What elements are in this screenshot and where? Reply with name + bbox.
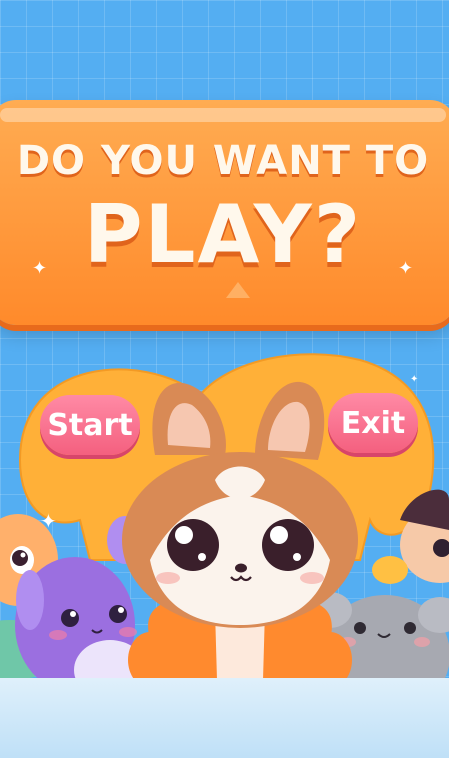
sparkle-icon: ✦	[40, 509, 57, 533]
banner-pointer-icon	[226, 282, 250, 298]
sparkle-icon: ✦	[398, 258, 414, 279]
floor	[0, 678, 449, 758]
svg-text:✦: ✦	[410, 374, 418, 385]
exit-button[interactable]: Exit	[328, 393, 418, 453]
banner-play-line: PLAY?	[83, 188, 363, 281]
title-banner: DO YOU WANT TO PLAY? ✦ ✦	[0, 100, 449, 325]
start-button[interactable]: Start	[40, 395, 140, 455]
banner-shine	[0, 108, 446, 122]
banner-question-line: DO YOU WANT TO	[16, 138, 430, 184]
sparkle-icon: ✦	[32, 258, 48, 279]
